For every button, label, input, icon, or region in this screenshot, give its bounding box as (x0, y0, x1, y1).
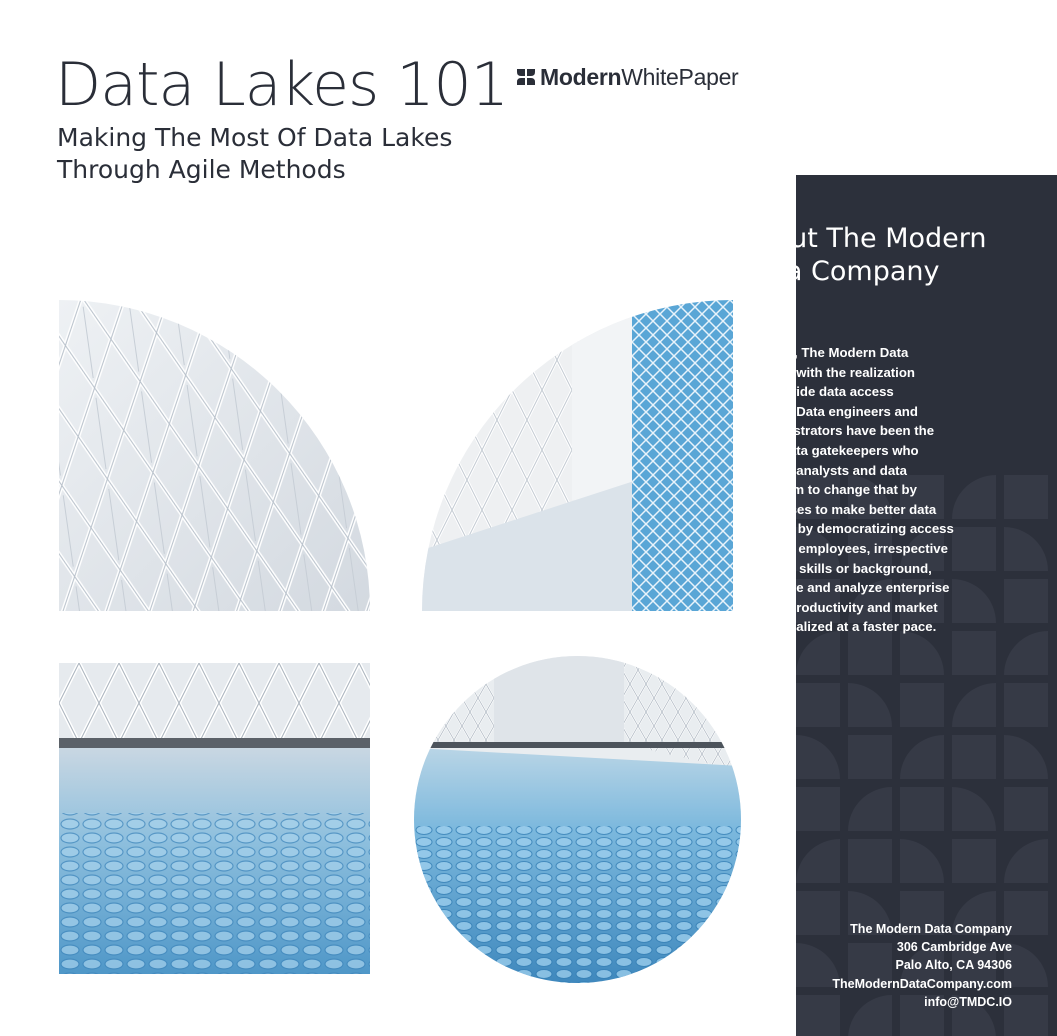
city-state-zip: Palo Alto, CA 94306 (895, 958, 1012, 973)
about-body-line: long-standing data gatekeepers who (690, 442, 919, 458)
about-body-line: Company began with the realization (690, 364, 915, 380)
brand-logo: ModernWhitePaper (516, 62, 739, 92)
about-body-line: driven decisions by democratizing access (690, 521, 954, 537)
about-body-line: provided data to analysts and data (690, 462, 907, 478)
about-body-line: scientists. We aim to change that by (690, 482, 917, 498)
about-body-line: data, then both productivity and market (690, 599, 938, 615)
about-heading-line: About The Modern (738, 223, 987, 254)
brand-name-bold: Modern (540, 63, 622, 90)
about-heading-line: Data Company (738, 256, 940, 287)
about-body-line: database administrators have been the (690, 423, 935, 439)
brand-name: ModernWhitePaper (540, 63, 739, 91)
company-name: The Modern Data Company (850, 922, 1012, 936)
about-body-line: Founded in 2018, The Modern Data (690, 345, 909, 360)
about-body: Founded in 2018, The Modern Data Company… (690, 343, 1020, 637)
street-address: 306 Cambridge Ave (896, 940, 1012, 955)
pool-photo-circle (414, 656, 741, 983)
pool-photo-square (59, 663, 370, 974)
building-photo-quarter-right (422, 300, 733, 611)
about-body-line: to data. When all employees, irrespectiv… (690, 540, 948, 556)
about-body-line: has been siloed. Data engineers and (690, 403, 918, 419)
brand-name-light: WhitePaper (621, 63, 739, 90)
contact-address: The Modern Data Company 306 Cambridge Av… (832, 920, 1012, 1011)
subtitle-line: Through Agile Methods (57, 155, 346, 184)
about-heading: About The Modern Data Company (738, 222, 1038, 288)
about-body-line: can easily explore and analyze enterpris… (690, 580, 950, 596)
facade-photo-quarter-left (59, 300, 370, 611)
document-subtitle: Making The Most Of Data Lakes Through Ag… (57, 122, 497, 186)
document-title: Data Lakes 101 (55, 50, 509, 120)
email-link[interactable]: info@TMDC.IO (832, 993, 1012, 1011)
website-link[interactable]: TheModernDataCompany.com (832, 975, 1012, 993)
about-body-line: helping enterprises to make better data (690, 501, 937, 517)
butterfly-icon (517, 69, 535, 85)
about-body-line: of their technical skills or background, (690, 560, 932, 576)
about-body-line: innovation are realized at a faster pace… (690, 619, 937, 635)
subtitle-line: Making The Most Of Data Lakes (57, 123, 453, 152)
about-body-line: that enterprise-wide data access (690, 384, 894, 400)
